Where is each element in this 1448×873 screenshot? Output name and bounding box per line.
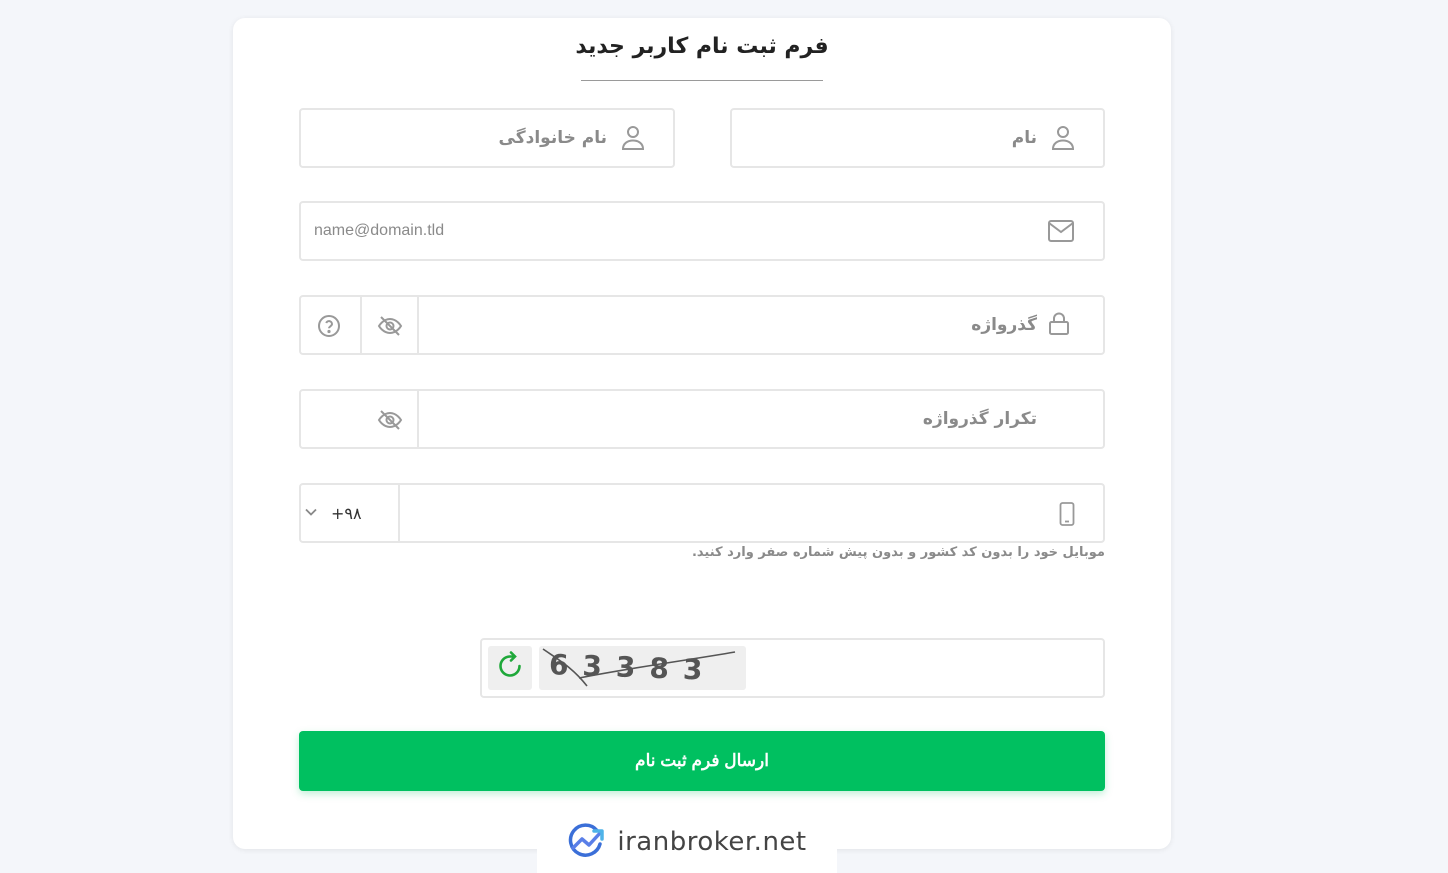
captcha-image: 63383 — [539, 646, 746, 690]
submit-button[interactable]: ارسال فرم ثبت نام — [299, 731, 1105, 791]
first-name-placeholder: نام — [1011, 128, 1037, 148]
title-underline — [581, 80, 823, 81]
eye-off-icon[interactable] — [377, 314, 403, 338]
mail-icon — [1048, 220, 1074, 242]
last-name-placeholder: نام خانوادگی — [498, 128, 607, 148]
chart-logo-icon — [567, 822, 607, 862]
brand-name: iranbroker.net — [617, 826, 807, 857]
mobile-phone-icon — [1059, 502, 1075, 526]
lock-icon — [1048, 312, 1070, 336]
password-repeat-field[interactable]: تکرار گذرواژه — [299, 389, 1105, 449]
registration-card: فرم ثبت نام کاربر جدید نام خانوادگی نام … — [233, 18, 1171, 849]
email-placeholder: name@domain.tld — [314, 222, 445, 239]
refresh-icon — [495, 651, 525, 685]
user-icon — [621, 125, 645, 151]
captcha-refresh-button[interactable] — [488, 646, 532, 690]
captcha-field[interactable]: 63383 — [480, 638, 1105, 698]
page-title: فرم ثبت نام کاربر جدید — [575, 34, 829, 59]
user-icon — [1051, 125, 1075, 151]
password-field[interactable]: گذرواژه — [299, 295, 1105, 355]
divider — [398, 485, 400, 541]
eye-off-icon[interactable] — [377, 408, 403, 432]
first-name-field[interactable]: نام — [730, 108, 1105, 168]
divider — [417, 391, 419, 447]
last-name-field[interactable]: نام خانوادگی — [299, 108, 675, 168]
chevron-down-icon[interactable] — [304, 505, 318, 519]
mobile-hint: موبایل خود را بدون کد کشور و بدون پیش شم… — [691, 545, 1105, 560]
email-field[interactable]: name@domain.tld — [299, 201, 1105, 261]
divider — [417, 297, 419, 353]
captcha-noise-lines — [542, 648, 736, 687]
mobile-field[interactable]: +۹۸ — [299, 483, 1105, 543]
password-repeat-placeholder: تکرار گذرواژه — [922, 409, 1037, 429]
question-circle-icon[interactable] — [317, 314, 341, 338]
brand-logo[interactable]: iranbroker.net — [537, 810, 837, 873]
password-placeholder: گذرواژه — [971, 315, 1037, 335]
divider — [360, 297, 362, 353]
country-code-select[interactable]: +۹۸ — [331, 485, 362, 541]
